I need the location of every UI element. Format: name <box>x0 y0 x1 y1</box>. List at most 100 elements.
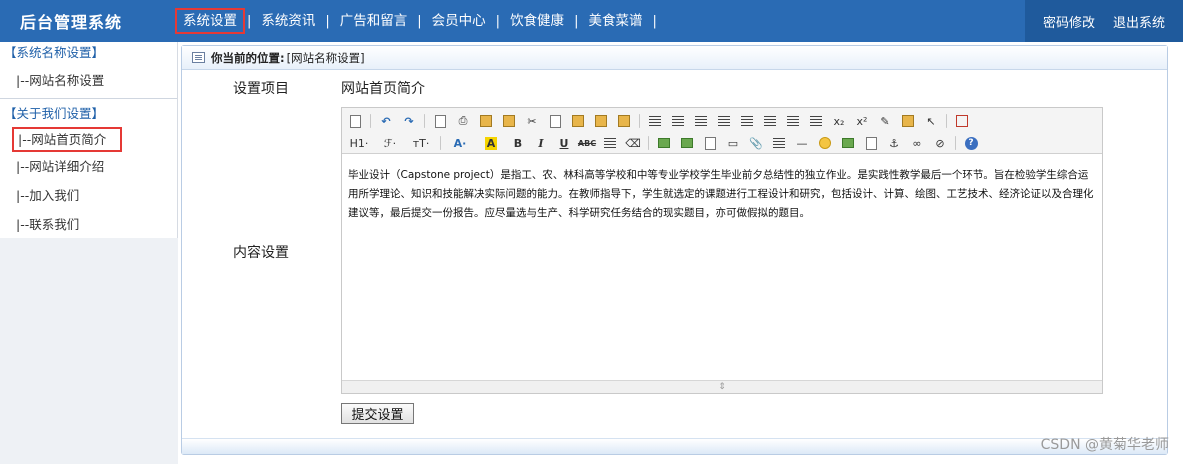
flash-icon[interactable] <box>701 134 719 152</box>
cursor-icon[interactable]: ↖ <box>922 112 940 130</box>
outdent-icon[interactable] <box>807 112 825 130</box>
unlink-icon[interactable]: ⊘ <box>931 134 949 152</box>
italic-icon[interactable]: I <box>532 134 550 152</box>
multi-image-icon[interactable] <box>678 134 696 152</box>
strikethrough-icon[interactable]: ABC <box>578 134 596 152</box>
sidebar-item-join-us[interactable]: |--加入我们 <box>0 181 177 210</box>
toolbar-separator <box>370 114 371 128</box>
bold-icon[interactable]: B <box>509 134 527 152</box>
sidebar-item-detail-intro[interactable]: |--网站详细介绍 <box>0 152 177 181</box>
submit-button[interactable]: 提交设置 <box>341 403 414 424</box>
underline-icon[interactable]: U <box>555 134 573 152</box>
font-size-select[interactable]: тT· <box>408 134 434 152</box>
logout-link[interactable]: 退出系统 <box>1113 12 1165 31</box>
panel-footer <box>182 438 1167 454</box>
toolbar-separator <box>639 114 640 128</box>
select-all-icon[interactable] <box>899 112 917 130</box>
content-setting-label: 内容设置 <box>233 245 289 261</box>
toolbar-separator <box>946 114 947 128</box>
source-icon[interactable] <box>346 112 364 130</box>
editor-content[interactable]: 毕业设计（Capstone project）是指工、农、林科高等学校和中等专业学… <box>342 154 1102 378</box>
eraser-icon[interactable]: ⌫ <box>624 134 642 152</box>
undo-icon[interactable]: ↶ <box>377 112 395 130</box>
heading-select[interactable]: H1· <box>346 134 372 152</box>
toolbar-separator <box>648 136 649 150</box>
align-center-icon[interactable] <box>669 112 687 130</box>
preview-icon[interactable] <box>431 112 449 130</box>
fullscreen-icon[interactable] <box>953 112 971 130</box>
account-links: 密码修改 退出系统 <box>1025 0 1183 42</box>
nav-system-settings[interactable]: 系统设置 <box>175 8 245 34</box>
table-icon[interactable] <box>770 134 788 152</box>
resize-handle-icon[interactable]: ⇕ <box>342 380 1102 393</box>
insert-image-icon[interactable] <box>839 134 857 152</box>
nav-diet-health[interactable]: 饮食健康 <box>502 8 572 34</box>
top-bar: 后台管理系统 系统设置 | 系统资讯 | 广告和留言 | 会员中心 | 饮食健康… <box>0 0 1183 42</box>
clear-format-icon[interactable]: ✎ <box>876 112 894 130</box>
editor-toolbar: ↶ ↷ ⎙ ✂ x₂ x² ✎ ↖ H1· ℱ· тT· A· A B I U … <box>342 108 1102 154</box>
anchor-icon[interactable]: ⚓ <box>885 134 903 152</box>
sidebar-item-site-name[interactable]: |--网站名称设置 <box>0 66 177 95</box>
breadcrumb: 你当前的位置: [网站名称设置] <box>182 46 1167 70</box>
align-justify-icon[interactable] <box>715 112 733 130</box>
paste-word-icon[interactable] <box>615 112 633 130</box>
paste-icon[interactable] <box>569 112 587 130</box>
paste-text-icon[interactable] <box>592 112 610 130</box>
image-icon[interactable] <box>655 134 673 152</box>
nav-separator: | <box>417 13 422 29</box>
attachment-icon[interactable]: 📎 <box>747 134 765 152</box>
subscript-icon[interactable]: x₂ <box>830 112 848 130</box>
nav-ads-messages[interactable]: 广告和留言 <box>332 8 416 34</box>
change-password-link[interactable]: 密码修改 <box>1043 12 1095 31</box>
toolbar-separator <box>440 136 441 150</box>
emoticon-icon[interactable] <box>816 134 834 152</box>
window-icon <box>192 52 205 63</box>
top-nav: 系统设置 | 系统资讯 | 广告和留言 | 会员中心 | 饮食健康 | 美食菜谱… <box>175 0 659 42</box>
nav-separator: | <box>574 13 579 29</box>
sidebar-divider <box>0 98 177 99</box>
line-height-icon[interactable] <box>601 134 619 152</box>
sidebar-item-home-intro[interactable]: |--网站首页简介 <box>12 127 122 152</box>
sidebar-filler <box>0 238 178 464</box>
help-icon[interactable]: ? <box>962 134 980 152</box>
breadcrumb-current: [网站名称设置] <box>286 50 365 65</box>
sidebar-group-system-name: 【系统名称设置】 <box>4 45 105 60</box>
nav-recipes[interactable]: 美食菜谱 <box>580 8 650 34</box>
toolbar-separator <box>424 114 425 128</box>
toolbar-separator <box>955 136 956 150</box>
media-icon[interactable]: ▭ <box>724 134 742 152</box>
main-panel: 你当前的位置: [网站名称设置] 设置项目 网站首页简介 内容设置 ↶ ↷ ⎙ … <box>181 45 1168 455</box>
nav-separator: | <box>495 13 501 29</box>
align-right-icon[interactable] <box>692 112 710 130</box>
nav-separator: | <box>652 13 657 29</box>
font-family-select[interactable]: ℱ· <box>377 134 403 152</box>
nav-system-news[interactable]: 系统资讯 <box>253 8 323 34</box>
copy-icon[interactable] <box>546 112 564 130</box>
redo-icon[interactable]: ↷ <box>400 112 418 130</box>
unordered-list-icon[interactable] <box>761 112 779 130</box>
setting-item-value: 网站首页简介 <box>341 81 425 97</box>
link-icon[interactable]: ∞ <box>908 134 926 152</box>
watermark: CSDN @黄菊华老师 <box>1040 437 1169 453</box>
cut-icon[interactable]: ✂ <box>523 112 541 130</box>
highlight-color-icon[interactable]: A <box>478 134 504 152</box>
template-icon[interactable] <box>477 112 495 130</box>
code-icon[interactable] <box>500 112 518 130</box>
font-color-icon[interactable]: A· <box>447 134 473 152</box>
print-icon[interactable]: ⎙ <box>454 112 472 130</box>
superscript-icon[interactable]: x² <box>853 112 871 130</box>
indent-icon[interactable] <box>784 112 802 130</box>
ordered-list-icon[interactable] <box>738 112 756 130</box>
nav-member-center[interactable]: 会员中心 <box>424 8 494 34</box>
sidebar-item-contact-us[interactable]: |--联系我们 <box>0 210 177 239</box>
align-left-icon[interactable] <box>646 112 664 130</box>
sidebar: 【系统名称设置】 |--网站名称设置 【关于我们设置】 |--网站首页简介 |-… <box>0 42 178 464</box>
sidebar-group-about-us: 【关于我们设置】 <box>4 106 105 121</box>
app-title: 后台管理系统 <box>20 13 123 32</box>
rich-text-editor: ↶ ↷ ⎙ ✂ x₂ x² ✎ ↖ H1· ℱ· тT· A· A B I U … <box>341 107 1103 394</box>
breadcrumb-prefix: 你当前的位置: <box>211 50 285 65</box>
page-break-icon[interactable] <box>862 134 880 152</box>
nav-separator: | <box>247 13 252 29</box>
horizontal-rule-icon[interactable]: — <box>793 134 811 152</box>
setting-item-label: 设置项目 <box>233 81 289 97</box>
